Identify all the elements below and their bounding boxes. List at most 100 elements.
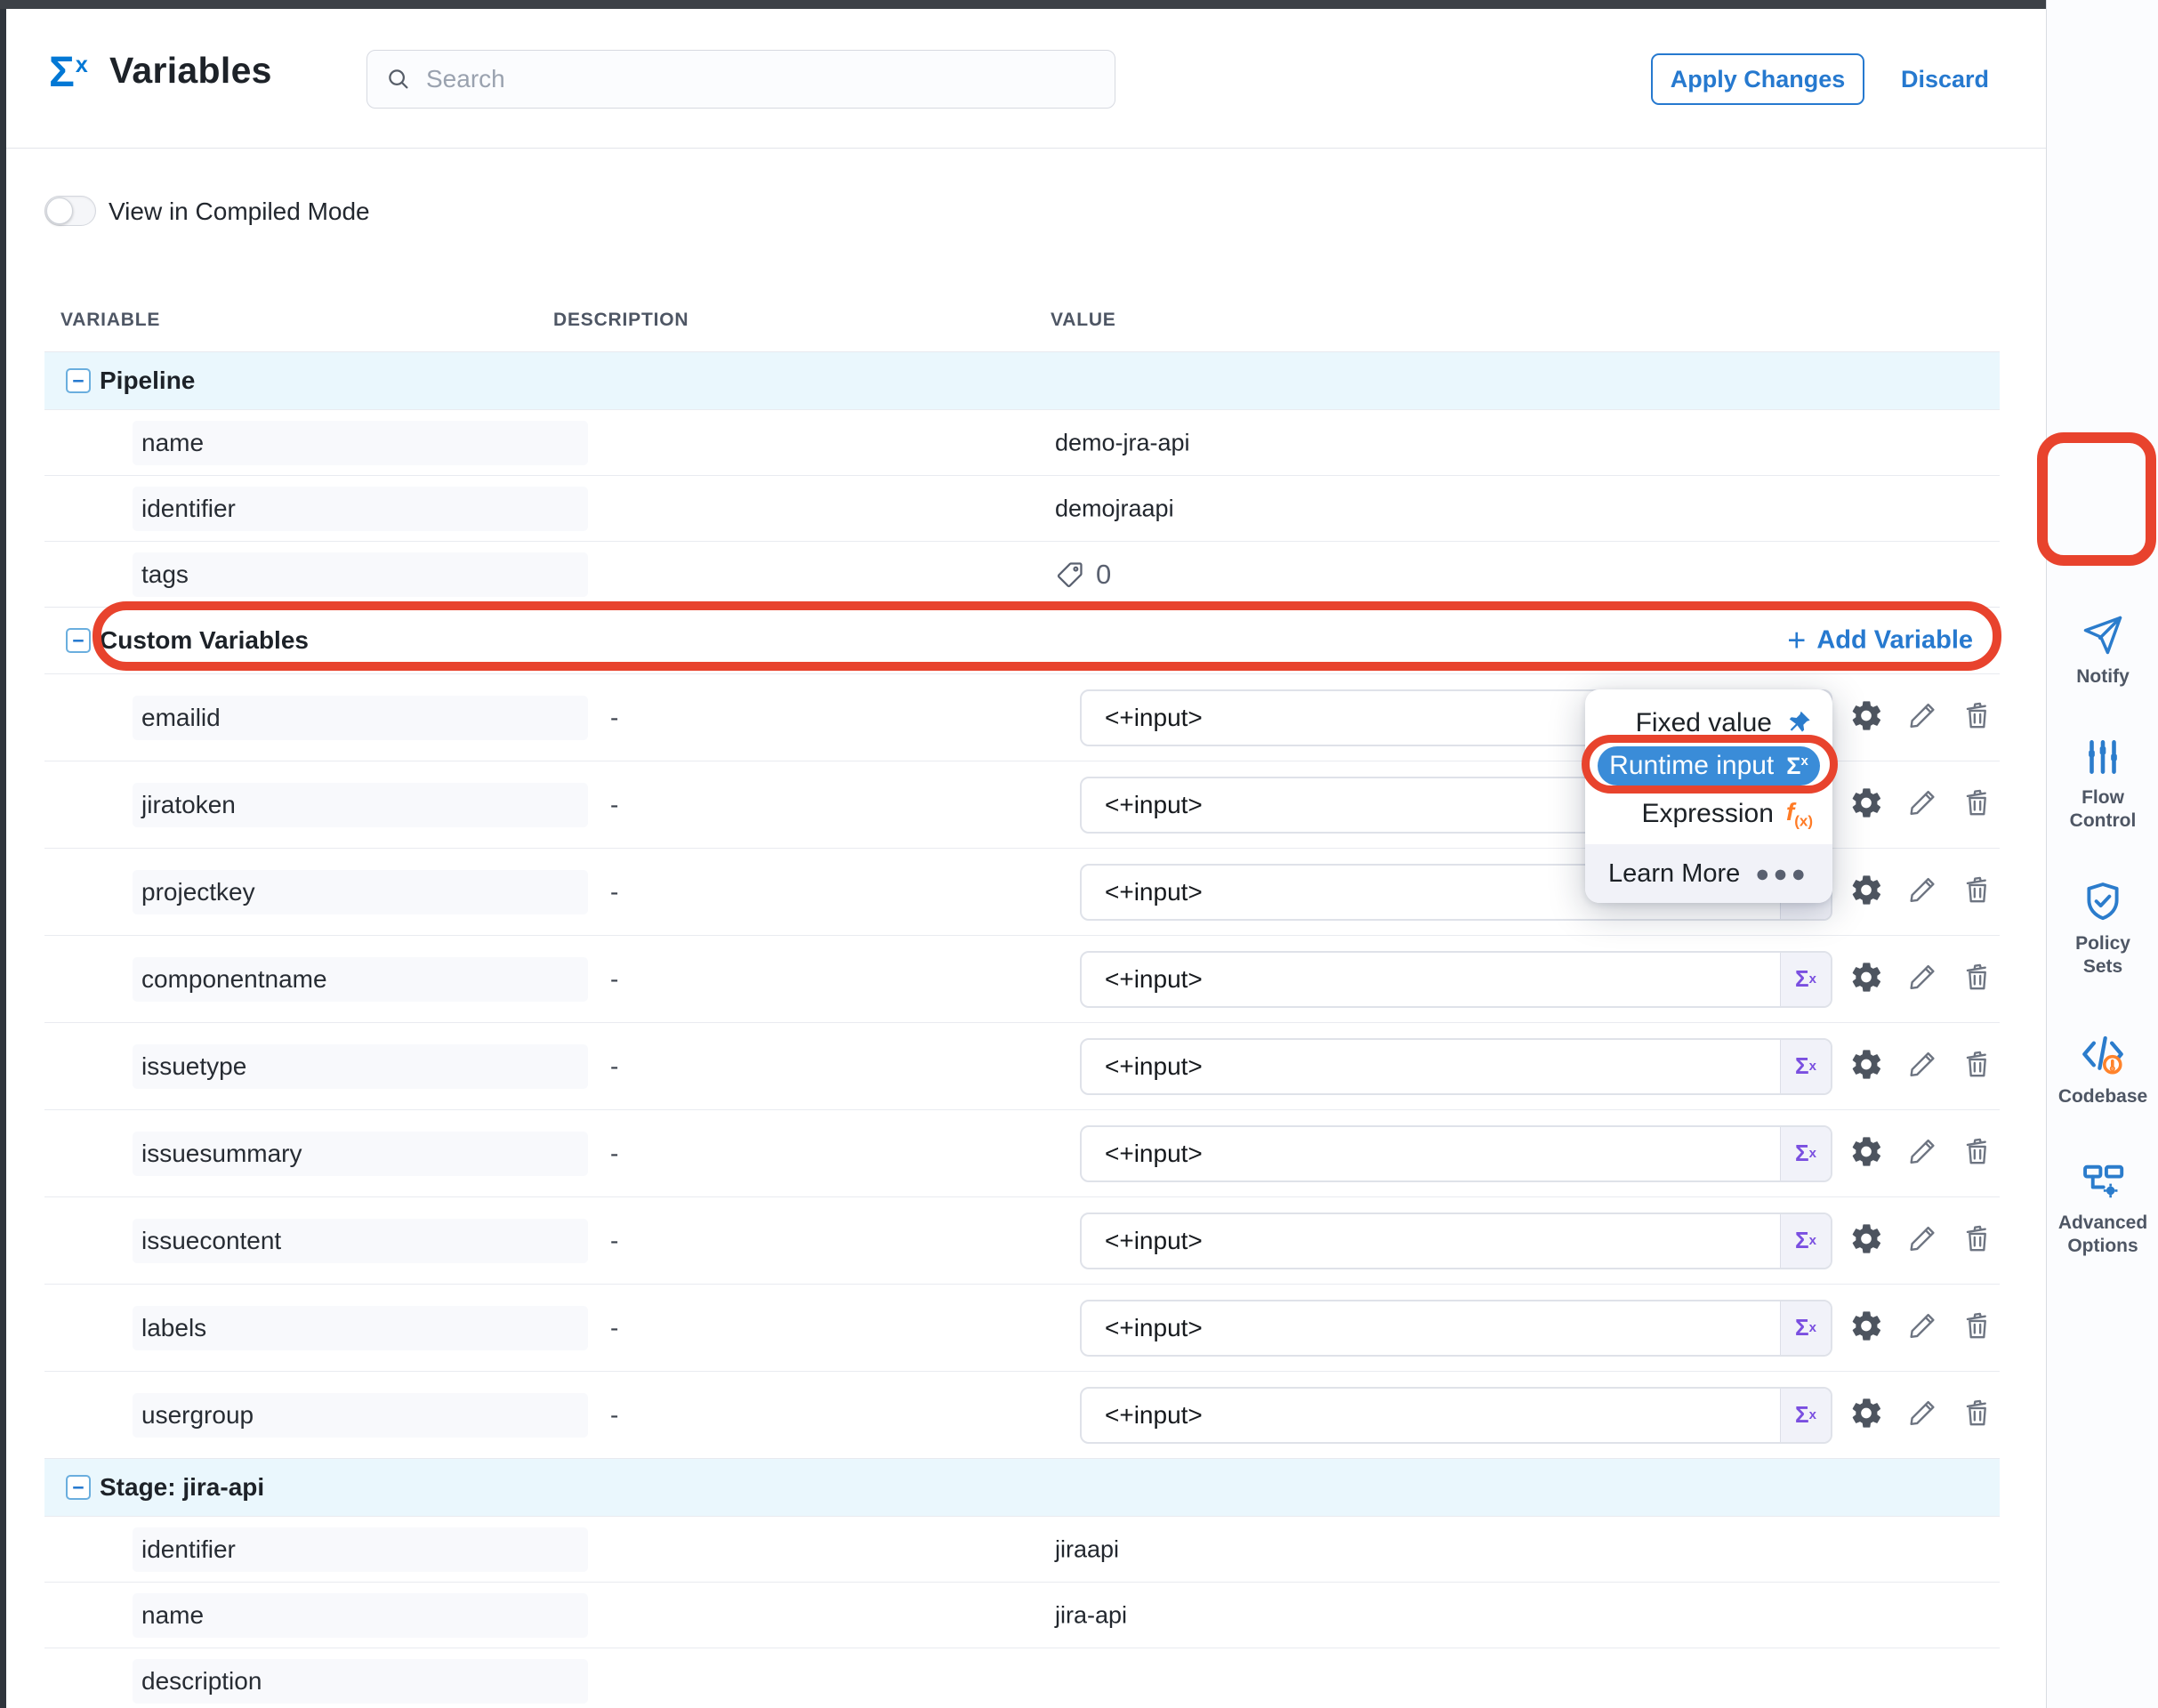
configure-variable-button[interactable] — [1848, 785, 1884, 825]
table-row-tags: tags0 — [44, 541, 2000, 607]
runtime-input-field[interactable]: <+input>Σx — [1080, 1387, 1832, 1444]
runtime-input-value: <+input> — [1082, 791, 1203, 819]
variable-name: tags — [133, 552, 588, 597]
variable-description: - — [610, 878, 618, 906]
edit-variable-button[interactable] — [1905, 1134, 1939, 1172]
collapse-minus-icon[interactable]: − — [66, 1475, 91, 1500]
variable-name: projectkey — [133, 870, 588, 914]
pencil-icon — [1905, 1047, 1939, 1085]
trash-icon — [1961, 786, 1994, 824]
runtime-input-field[interactable]: <+input>Σx — [1080, 1213, 1832, 1269]
configure-variable-button[interactable] — [1848, 959, 1884, 999]
edit-variable-button[interactable] — [1905, 1047, 1939, 1085]
gear-icon — [1848, 1395, 1884, 1435]
rail-item-codebase[interactable]: Codebase — [2047, 1030, 2158, 1108]
sigma-icon[interactable]: Σx — [1780, 1040, 1831, 1093]
pin-icon — [1784, 709, 1813, 737]
learn-more-item[interactable]: Learn More ●●● — [1585, 844, 1832, 903]
rail-item-policy-sets[interactable]: Policy Sets — [2047, 879, 2158, 979]
add-variable-button[interactable]: +Add Variable — [1787, 626, 1973, 656]
rail-item-notify[interactable]: Notify — [2047, 612, 2158, 689]
menu-item-runtime-input[interactable]: Runtime input Σx — [1598, 746, 1820, 786]
table-row-usergroup: usergroup-<+input>Σx — [44, 1371, 2000, 1458]
pencil-icon — [1905, 698, 1939, 737]
runtime-input-value: <+input> — [1082, 1052, 1203, 1081]
configure-variable-button[interactable] — [1848, 1046, 1884, 1086]
variable-name: name — [133, 421, 588, 465]
menu-item-expression[interactable]: Expression f(x) — [1641, 793, 1813, 835]
delete-variable-button[interactable] — [1961, 1221, 1994, 1260]
edit-variable-button[interactable] — [1905, 698, 1939, 737]
trash-icon — [1961, 1309, 1994, 1347]
discard-button[interactable]: Discard — [1901, 66, 1989, 93]
delete-variable-button[interactable] — [1961, 786, 1994, 824]
variable-description: - — [610, 1314, 618, 1342]
variable-value-text: demo-jra-api — [1055, 429, 1190, 456]
edit-variable-button[interactable] — [1905, 1221, 1939, 1260]
runtime-input-field[interactable]: <+input>Σx — [1080, 951, 1832, 1008]
rail-item-advanced-options[interactable]: Advanced Options — [2047, 1158, 2158, 1259]
menu-item-fixed-value[interactable]: Fixed value — [1636, 702, 1813, 745]
delete-variable-button[interactable] — [1961, 1396, 1994, 1434]
sigma-icon[interactable]: Σx — [1780, 1214, 1831, 1268]
edit-variable-button[interactable] — [1905, 1396, 1939, 1434]
configure-variable-button[interactable] — [1848, 872, 1884, 912]
sigma-icon: Σx — [49, 48, 88, 97]
runtime-input-field[interactable]: <+input> Σx — [1080, 1300, 1832, 1357]
table-row-name: name demo-jra-api — [44, 409, 2000, 475]
rail-item-flow-control[interactable]: Flow Control — [2047, 735, 2158, 834]
sigma-icon[interactable]: Σx — [1780, 953, 1831, 1006]
collapse-minus-icon[interactable]: − — [66, 368, 91, 393]
tag-icon — [1055, 560, 1085, 590]
variable-name: issuecontent — [133, 1219, 588, 1263]
table-row-issuetype: issuetype-<+input>Σx — [44, 1022, 2000, 1109]
search-input[interactable] — [424, 64, 1097, 94]
delete-variable-button[interactable] — [1961, 698, 1994, 737]
runtime-input-value: <+input> — [1082, 1140, 1203, 1168]
table-row-identifier: identifierjiraapi — [44, 1516, 2000, 1582]
trash-icon — [1961, 960, 1994, 998]
table-row-issuecontent: issuecontent-<+input>Σx — [44, 1196, 2000, 1284]
table-row-identifier: identifierdemojraapi — [44, 475, 2000, 541]
variable-value: jira-api — [1055, 1601, 1127, 1629]
configure-variable-button[interactable] — [1848, 1221, 1884, 1261]
row-actions — [1848, 697, 1994, 737]
runtime-input-field[interactable]: <+input> Σx — [1080, 1125, 1832, 1182]
configure-variable-button[interactable] — [1848, 1133, 1884, 1173]
sigma-icon[interactable]: Σx — [1780, 1127, 1831, 1180]
delete-variable-button[interactable] — [1961, 873, 1994, 911]
compiled-mode-toggle[interactable] — [44, 196, 96, 226]
runtime-input-field[interactable]: <+input> Σx — [1080, 1038, 1832, 1095]
sigma-icon: Σx — [1786, 753, 1808, 780]
row-actions — [1848, 1221, 1994, 1261]
configure-variable-button[interactable] — [1848, 1395, 1884, 1435]
edit-variable-button[interactable] — [1905, 960, 1939, 998]
edit-variable-button[interactable] — [1905, 873, 1939, 911]
configure-variable-button[interactable] — [1848, 697, 1884, 737]
edit-variable-button[interactable] — [1905, 786, 1939, 824]
edit-variable-button[interactable] — [1905, 1309, 1939, 1347]
delete-variable-button[interactable] — [1961, 1309, 1994, 1347]
delete-variable-button[interactable] — [1961, 960, 1994, 998]
variables-table: −Pipelinenamedemo-jra-apiidentifierdemoj… — [44, 351, 2000, 1708]
variable-value: jiraapi — [1055, 1535, 1119, 1563]
apply-changes-button[interactable]: Apply Changes — [1651, 53, 1864, 105]
variable-value: demojraapi — [1055, 495, 1174, 522]
sigma-icon[interactable]: Σx — [1780, 1389, 1831, 1442]
expression-label: Expression — [1641, 799, 1773, 829]
variables-header: Σx Variables Apply Changes Discard — [6, 9, 2046, 149]
section-header-stage-jira-api: −Stage: jira-api — [44, 1458, 2000, 1516]
collapse-minus-icon[interactable]: − — [66, 628, 91, 653]
trash-icon — [1961, 1221, 1994, 1260]
codebase-icon — [2079, 1030, 2127, 1078]
configure-variable-button[interactable] — [1848, 1308, 1884, 1348]
delete-variable-button[interactable] — [1961, 1047, 1994, 1085]
search-box[interactable] — [366, 50, 1115, 109]
runtime-input-label: Runtime input — [1609, 751, 1774, 781]
delete-variable-button[interactable] — [1961, 1134, 1994, 1172]
pencil-icon — [1905, 960, 1939, 998]
runtime-input-value: <+input> — [1082, 1314, 1203, 1342]
gear-icon — [1848, 1046, 1884, 1086]
sigma-icon[interactable]: Σx — [1780, 1301, 1831, 1355]
notify-icon — [2080, 612, 2126, 658]
